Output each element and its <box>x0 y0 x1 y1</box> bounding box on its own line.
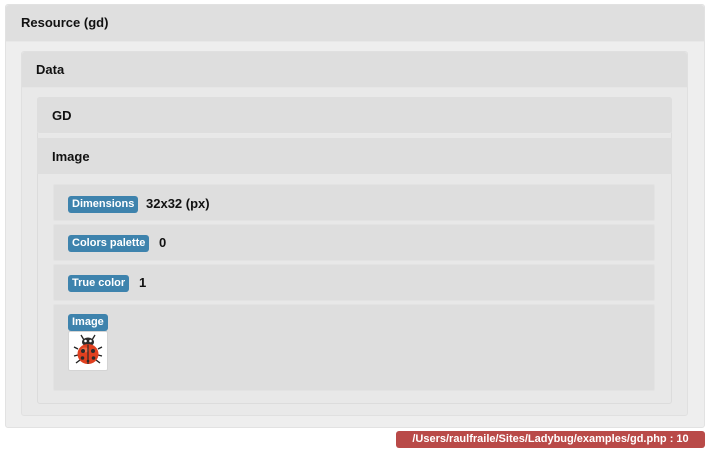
property-dimensions: Dimensions 32x32 (px) <box>53 184 655 221</box>
true-color-label: True color <box>68 275 130 292</box>
ladybug-icon <box>73 334 103 364</box>
resource-panel-header[interactable]: Resource (gd) <box>6 5 704 42</box>
gd-panel-header[interactable]: GD <box>37 97 672 134</box>
image-section-header[interactable]: Image <box>37 138 672 174</box>
image-label: Image <box>68 314 108 331</box>
data-title: Data <box>36 62 65 77</box>
image-thumbnail <box>68 331 108 371</box>
source-path-badge: /Users/raulfraile/Sites/Ladybug/examples… <box>396 431 705 448</box>
image-section-title: Image <box>52 149 90 164</box>
property-true-color: True color 1 <box>53 264 655 301</box>
gd-title: GD <box>52 108 72 123</box>
property-colors-palette: Colors palette 0 <box>53 224 655 261</box>
dimensions-label: Dimensions <box>68 196 139 213</box>
resource-title: Resource (gd) <box>21 15 109 30</box>
dimensions-value: 32x32 (px) <box>146 196 210 211</box>
colors-palette-value: 0 <box>159 235 167 250</box>
property-image: Image <box>53 304 655 391</box>
data-panel-header[interactable]: Data <box>22 52 687 88</box>
colors-palette-label: Colors palette <box>68 235 150 252</box>
true-color-value: 1 <box>139 275 147 290</box>
